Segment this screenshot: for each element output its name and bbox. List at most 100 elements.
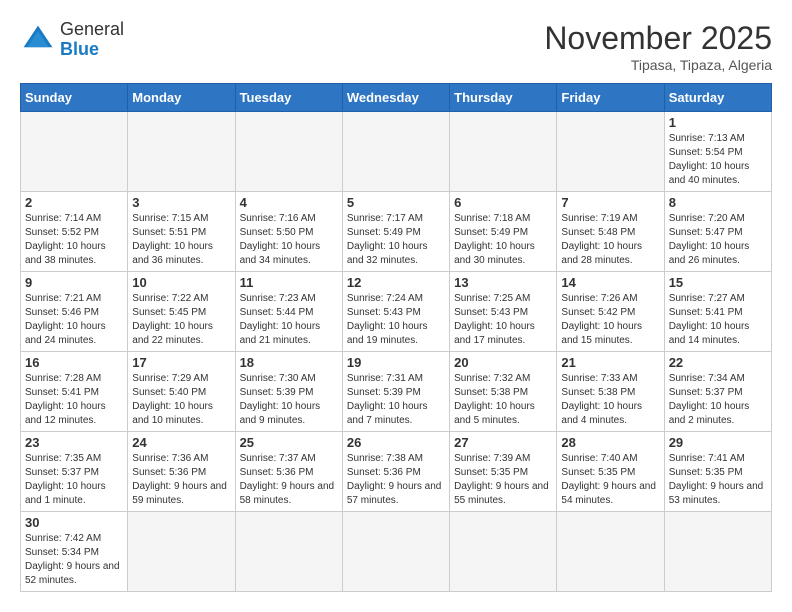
calendar-header-wednesday: Wednesday bbox=[342, 84, 449, 112]
calendar-cell: 5Sunrise: 7:17 AM Sunset: 5:49 PM Daylig… bbox=[342, 192, 449, 272]
calendar-cell: 9 Sunrise: 7:21 AM Sunset: 5:46 PM Daylig… bbox=[21, 272, 128, 352]
calendar-header-monday: Monday bbox=[128, 84, 235, 112]
logo-text: General Blue bbox=[60, 20, 124, 60]
day-number: 9 bbox=[25, 275, 123, 290]
calendar-cell bbox=[128, 512, 235, 592]
calendar-header-friday: Friday bbox=[557, 84, 664, 112]
day-info: Sunrise: 7:38 AM Sunset: 5:36 PM Dayligh… bbox=[347, 452, 445, 508]
calendar-week-4: 16 Sunrise: 7:28 AM Sunset: 5:41 PM Dayli… bbox=[21, 352, 772, 432]
day-info: Sunrise: 7:36 AM Sunset: 5:36 PM Dayligh… bbox=[132, 452, 230, 508]
day-number: 8 bbox=[669, 195, 767, 210]
day-info: Sunrise: 7:16 AM Sunset: 5:50 PM Dayligh… bbox=[240, 212, 338, 268]
calendar-cell bbox=[342, 512, 449, 592]
day-info: Sunrise: 7:30 AM Sunset: 5:39 PM Dayligh… bbox=[240, 372, 338, 428]
day-number: 7 bbox=[561, 195, 659, 210]
day-info: Sunrise: 7:40 AM Sunset: 5:35 PM Dayligh… bbox=[561, 452, 659, 508]
day-number: 4 bbox=[240, 195, 338, 210]
page-header: General Blue November 2025 Tipasa, Tipaz… bbox=[20, 20, 772, 73]
day-info: Sunrise: 7:32 AM Sunset: 5:38 PM Dayligh… bbox=[454, 372, 552, 428]
calendar-cell: 22 Sunrise: 7:34 AM Sunset: 5:37 PM Dayli… bbox=[664, 352, 771, 432]
title-area: November 2025 Tipasa, Tipaza, Algeria bbox=[544, 20, 772, 73]
calendar-cell bbox=[557, 112, 664, 192]
day-number: 16 bbox=[25, 355, 123, 370]
day-info: Sunrise: 7:35 AM Sunset: 5:37 PM Dayligh… bbox=[25, 452, 123, 508]
calendar-header-tuesday: Tuesday bbox=[235, 84, 342, 112]
day-number: 29 bbox=[669, 435, 767, 450]
calendar-cell: 12 Sunrise: 7:24 AM Sunset: 5:43 PM Dayli… bbox=[342, 272, 449, 352]
day-info: Sunrise: 7:22 AM Sunset: 5:45 PM Dayligh… bbox=[132, 292, 230, 348]
day-info: Sunrise: 7:42 AM Sunset: 5:34 PM Dayligh… bbox=[25, 532, 123, 588]
calendar-cell: 29Sunrise: 7:41 AM Sunset: 5:35 PM Dayli… bbox=[664, 432, 771, 512]
day-info: Sunrise: 7:18 AM Sunset: 5:49 PM Dayligh… bbox=[454, 212, 552, 268]
calendar-cell: 6Sunrise: 7:18 AM Sunset: 5:49 PM Daylig… bbox=[450, 192, 557, 272]
calendar-cell bbox=[664, 512, 771, 592]
calendar-cell: 16 Sunrise: 7:28 AM Sunset: 5:41 PM Dayli… bbox=[21, 352, 128, 432]
day-info: Sunrise: 7:14 AM Sunset: 5:52 PM Dayligh… bbox=[25, 212, 123, 268]
calendar-cell bbox=[128, 112, 235, 192]
calendar-cell: 18 Sunrise: 7:30 AM Sunset: 5:39 PM Dayli… bbox=[235, 352, 342, 432]
day-info: Sunrise: 7:24 AM Sunset: 5:43 PM Dayligh… bbox=[347, 292, 445, 348]
calendar-cell: 30Sunrise: 7:42 AM Sunset: 5:34 PM Dayli… bbox=[21, 512, 128, 592]
day-number: 27 bbox=[454, 435, 552, 450]
calendar-cell: 26 Sunrise: 7:38 AM Sunset: 5:36 PM Dayli… bbox=[342, 432, 449, 512]
day-info: Sunrise: 7:20 AM Sunset: 5:47 PM Dayligh… bbox=[669, 212, 767, 268]
calendar-cell: 20 Sunrise: 7:32 AM Sunset: 5:38 PM Dayli… bbox=[450, 352, 557, 432]
calendar-header-sunday: Sunday bbox=[21, 84, 128, 112]
location: Tipasa, Tipaza, Algeria bbox=[544, 57, 772, 73]
day-info: Sunrise: 7:21 AM Sunset: 5:46 PM Dayligh… bbox=[25, 292, 123, 348]
day-info: Sunrise: 7:27 AM Sunset: 5:41 PM Dayligh… bbox=[669, 292, 767, 348]
calendar-week-2: 2 Sunrise: 7:14 AM Sunset: 5:52 PM Daylig… bbox=[21, 192, 772, 272]
day-number: 15 bbox=[669, 275, 767, 290]
calendar-cell: 17 Sunrise: 7:29 AM Sunset: 5:40 PM Dayli… bbox=[128, 352, 235, 432]
day-number: 18 bbox=[240, 355, 338, 370]
calendar-week-1: 1 Sunrise: 7:13 AM Sunset: 5:54 PM Daylig… bbox=[21, 112, 772, 192]
day-number: 13 bbox=[454, 275, 552, 290]
day-number: 24 bbox=[132, 435, 230, 450]
calendar-week-3: 9 Sunrise: 7:21 AM Sunset: 5:46 PM Daylig… bbox=[21, 272, 772, 352]
calendar-week-5: 23 Sunrise: 7:35 AM Sunset: 5:37 PM Dayli… bbox=[21, 432, 772, 512]
day-number: 26 bbox=[347, 435, 445, 450]
day-info: Sunrise: 7:23 AM Sunset: 5:44 PM Dayligh… bbox=[240, 292, 338, 348]
day-number: 2 bbox=[25, 195, 123, 210]
day-info: Sunrise: 7:34 AM Sunset: 5:37 PM Dayligh… bbox=[669, 372, 767, 428]
day-number: 12 bbox=[347, 275, 445, 290]
calendar-cell: 14Sunrise: 7:26 AM Sunset: 5:42 PM Dayli… bbox=[557, 272, 664, 352]
calendar-cell bbox=[21, 112, 128, 192]
calendar-cell bbox=[557, 512, 664, 592]
day-number: 14 bbox=[561, 275, 659, 290]
day-info: Sunrise: 7:13 AM Sunset: 5:54 PM Dayligh… bbox=[669, 132, 767, 188]
calendar-week-6: 30Sunrise: 7:42 AM Sunset: 5:34 PM Dayli… bbox=[21, 512, 772, 592]
month-title: November 2025 bbox=[544, 20, 772, 57]
day-info: Sunrise: 7:29 AM Sunset: 5:40 PM Dayligh… bbox=[132, 372, 230, 428]
general-blue-logo-icon bbox=[20, 22, 56, 58]
calendar-cell: 21Sunrise: 7:33 AM Sunset: 5:38 PM Dayli… bbox=[557, 352, 664, 432]
day-number: 23 bbox=[25, 435, 123, 450]
calendar-cell: 11 Sunrise: 7:23 AM Sunset: 5:44 PM Dayli… bbox=[235, 272, 342, 352]
calendar-cell: 23 Sunrise: 7:35 AM Sunset: 5:37 PM Dayli… bbox=[21, 432, 128, 512]
day-info: Sunrise: 7:19 AM Sunset: 5:48 PM Dayligh… bbox=[561, 212, 659, 268]
day-info: Sunrise: 7:25 AM Sunset: 5:43 PM Dayligh… bbox=[454, 292, 552, 348]
calendar-cell bbox=[450, 512, 557, 592]
day-number: 20 bbox=[454, 355, 552, 370]
calendar-header-row: SundayMondayTuesdayWednesdayThursdayFrid… bbox=[21, 84, 772, 112]
day-info: Sunrise: 7:39 AM Sunset: 5:35 PM Dayligh… bbox=[454, 452, 552, 508]
calendar-cell: 2 Sunrise: 7:14 AM Sunset: 5:52 PM Daylig… bbox=[21, 192, 128, 272]
calendar-header-saturday: Saturday bbox=[664, 84, 771, 112]
day-number: 10 bbox=[132, 275, 230, 290]
calendar-cell: 15 Sunrise: 7:27 AM Sunset: 5:41 PM Dayli… bbox=[664, 272, 771, 352]
day-info: Sunrise: 7:28 AM Sunset: 5:41 PM Dayligh… bbox=[25, 372, 123, 428]
day-number: 22 bbox=[669, 355, 767, 370]
calendar-cell: 13 Sunrise: 7:25 AM Sunset: 5:43 PM Dayli… bbox=[450, 272, 557, 352]
day-number: 28 bbox=[561, 435, 659, 450]
calendar-cell: 1 Sunrise: 7:13 AM Sunset: 5:54 PM Daylig… bbox=[664, 112, 771, 192]
calendar-cell bbox=[235, 112, 342, 192]
day-number: 11 bbox=[240, 275, 338, 290]
day-number: 1 bbox=[669, 115, 767, 130]
calendar-cell: 19Sunrise: 7:31 AM Sunset: 5:39 PM Dayli… bbox=[342, 352, 449, 432]
calendar-cell: 8 Sunrise: 7:20 AM Sunset: 5:47 PM Daylig… bbox=[664, 192, 771, 272]
calendar-cell: 3Sunrise: 7:15 AM Sunset: 5:51 PM Daylig… bbox=[128, 192, 235, 272]
day-number: 25 bbox=[240, 435, 338, 450]
day-info: Sunrise: 7:37 AM Sunset: 5:36 PM Dayligh… bbox=[240, 452, 338, 508]
calendar-table: SundayMondayTuesdayWednesdayThursdayFrid… bbox=[20, 83, 772, 592]
day-number: 17 bbox=[132, 355, 230, 370]
